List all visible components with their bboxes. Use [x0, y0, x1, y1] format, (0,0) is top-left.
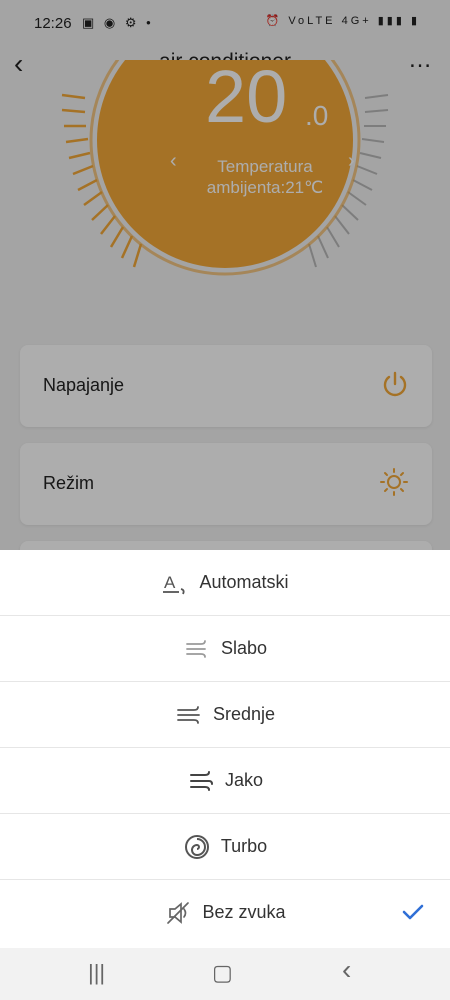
check-icon: [402, 904, 424, 920]
option-label: Srednje: [212, 704, 276, 724]
svg-text:A: A: [164, 573, 176, 592]
option-label: Bez zvuka: [202, 902, 286, 922]
fan-speed-sheet: A Automatski Slabo Srednje Jako Turbo Be…: [0, 550, 450, 948]
wind-medium-icon: [177, 705, 200, 724]
home-icon[interactable]: ▢: [212, 960, 233, 986]
option-jako[interactable]: Jako: [0, 748, 450, 814]
option-label: Automatski: [199, 572, 289, 592]
option-slabo[interactable]: Slabo: [0, 616, 450, 682]
nav-back-icon[interactable]: ‹: [342, 954, 351, 986]
option-turbo[interactable]: Turbo: [0, 814, 450, 880]
option-label: Turbo: [220, 836, 268, 856]
wind-high-icon: [189, 770, 213, 791]
wind-low-icon: [186, 639, 206, 658]
system-navigation-bar: ||| ▢ ‹: [0, 948, 450, 1000]
recent-apps-icon[interactable]: |||: [88, 960, 105, 986]
option-label: Jako: [224, 770, 264, 790]
mute-icon: [167, 901, 190, 924]
option-bez-zvuka[interactable]: Bez zvuka: [0, 880, 450, 945]
turbo-icon: [184, 834, 209, 859]
auto-fan-icon: A: [163, 573, 186, 594]
option-automatski[interactable]: A Automatski: [0, 550, 450, 616]
option-srednje[interactable]: Srednje: [0, 682, 450, 748]
option-label: Slabo: [220, 638, 268, 658]
